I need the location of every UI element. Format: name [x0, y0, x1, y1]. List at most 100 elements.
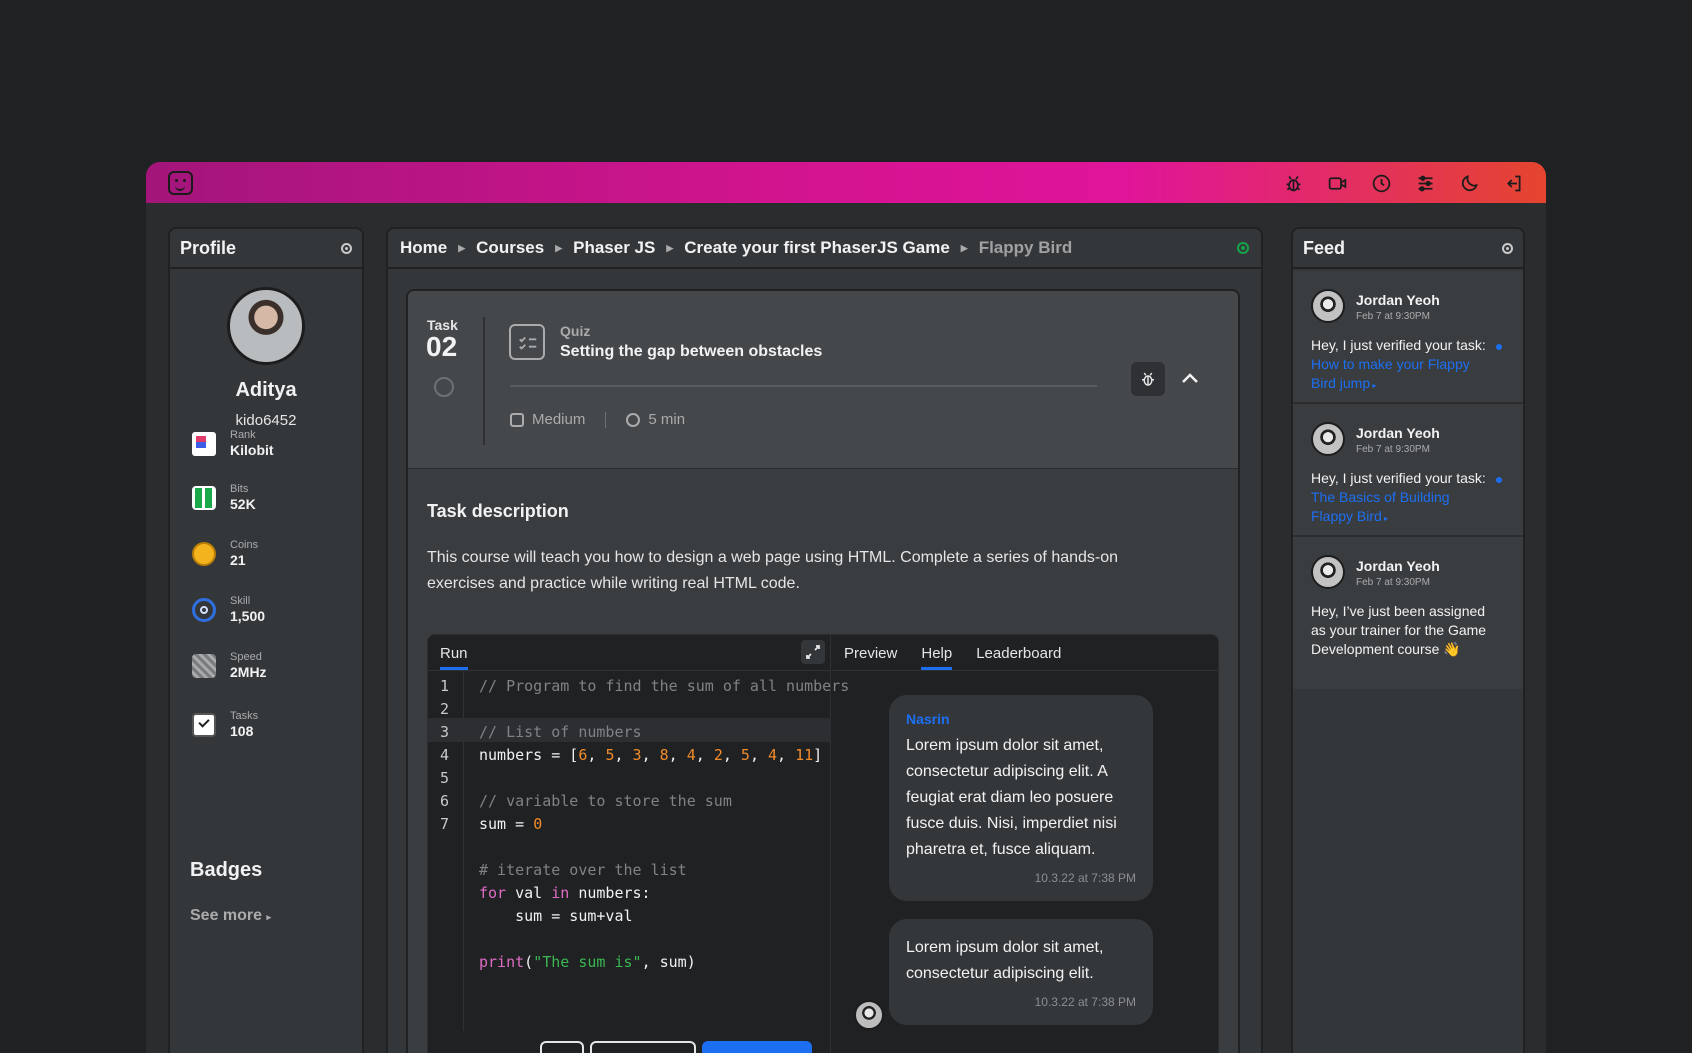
stat-label: Rank [230, 429, 256, 441]
video-icon[interactable] [1326, 172, 1348, 194]
feed-item[interactable]: Jordan Yeoh Feb 7 at 9:30PM Hey, I’ve ju… [1293, 537, 1523, 689]
task-meta: Medium 5 min [510, 411, 685, 428]
top-bar [146, 162, 1546, 203]
unread-dot [1496, 344, 1502, 350]
stat-label: Speed [230, 651, 262, 663]
bug-icon[interactable] [1282, 172, 1304, 194]
code-editor[interactable]: 1 2 3 4 5 6 7 // Program to find the sum… [428, 671, 849, 1031]
caret-right-icon: ▸ [266, 912, 272, 922]
expand-button[interactable] [801, 640, 825, 664]
difficulty-icon [510, 412, 524, 427]
topbar-icons [1282, 172, 1524, 194]
feed-item[interactable]: Jordan Yeoh Feb 7 at 9:30PM Hey, I just … [1293, 271, 1523, 404]
task-difficulty: Medium [532, 411, 586, 428]
code-token: numbers: [569, 884, 651, 902]
see-more-link[interactable]: See more ▸ [190, 907, 271, 925]
code-line: # iterate over the list [479, 861, 687, 879]
editor-secondary-button[interactable] [590, 1041, 696, 1053]
caret-right-icon: ▸ [1381, 514, 1389, 523]
code-line: // List of numbers [479, 723, 642, 741]
task-complete-checkbox[interactable] [434, 377, 454, 397]
line-number: 3 [440, 723, 450, 741]
pin-icon[interactable] [1502, 242, 1513, 254]
breadcrumb-item-current: Flappy Bird [978, 238, 1073, 257]
sliders-icon[interactable] [1414, 172, 1436, 194]
task-title: Setting the gap between obstacles [560, 343, 823, 360]
right-tabs: Preview Help Leaderboard [832, 635, 1218, 671]
code-line: // variable to store the sum [479, 792, 732, 810]
feed-message: Hey, I just verified your task: [1311, 470, 1486, 486]
stat-value: 2MHz [230, 664, 267, 680]
task-duration: 5 min [648, 411, 686, 428]
editor-pane: Run 1 2 3 4 5 6 7 // Program to find the… [428, 635, 849, 1053]
code-token: 5 [605, 746, 615, 764]
task-number: 02 [426, 331, 458, 362]
caret-right-icon: ▶ [458, 242, 466, 253]
feed-text: Hey, I’ve just been assigned as your tra… [1311, 603, 1487, 657]
breadcrumb-item-course[interactable]: Phaser JS [573, 238, 655, 258]
editor-tabs: Run [428, 635, 830, 671]
report-bug-button[interactable] [1131, 362, 1165, 396]
pin-icon[interactable] [341, 242, 352, 254]
feed-task-link[interactable]: How to make your Flappy Bird jump [1311, 356, 1470, 391]
editor-icon-button[interactable] [540, 1041, 584, 1053]
tab-preview[interactable]: Preview [844, 645, 897, 670]
avatar [1311, 555, 1345, 589]
breadcrumb-item-home[interactable]: Home [400, 238, 447, 258]
logout-icon[interactable] [1502, 172, 1524, 194]
profile-name: Aditya [235, 379, 297, 401]
feed-task-link[interactable]: The Basics of Building Flappy Bird [1311, 489, 1450, 524]
chevron-up-icon [1182, 373, 1198, 383]
logo-icon[interactable] [168, 171, 193, 195]
line-number: 5 [440, 769, 450, 787]
feed-author: Jordan Yeoh [1356, 558, 1440, 574]
line-number: 1 [440, 677, 450, 695]
code-token: 2 [713, 746, 723, 764]
code-token: print [479, 953, 525, 971]
divider [605, 411, 607, 428]
task-type: Quiz [560, 323, 591, 339]
avatar [227, 287, 305, 365]
code-token: 5 [740, 746, 750, 764]
main-panel: Home ▶ Courses ▶ Phaser JS ▶ Create your… [386, 227, 1263, 1053]
badges-title: Badges [190, 859, 263, 881]
clock-icon [626, 412, 641, 427]
code-token: 4 [768, 746, 778, 764]
breadcrumb-item-courses[interactable]: Courses [476, 238, 544, 258]
profile-username: kido6452 [235, 412, 297, 429]
clock-icon[interactable] [1370, 172, 1392, 194]
expand-icon [806, 645, 820, 659]
code-line: sum = 0 [479, 815, 542, 833]
line-number: 6 [440, 792, 450, 810]
code-token: in [551, 884, 570, 902]
code-token: , sum) [641, 953, 696, 971]
feed-title: Feed [1303, 237, 1346, 258]
code-token: 8 [659, 746, 669, 764]
coin-icon [192, 541, 216, 566]
tab-leaderboard[interactable]: Leaderboard [976, 645, 1061, 670]
tab-run[interactable]: Run [440, 645, 468, 670]
code-token: 6 [578, 746, 588, 764]
tab-help[interactable]: Help [921, 645, 953, 670]
avatar [1311, 422, 1345, 456]
stat-bits: Bits 52K [192, 483, 256, 512]
profile-panel: Profile Aditya kido6452 Rank Kilobit Bits… [168, 227, 364, 1053]
breadcrumb: Home ▶ Courses ▶ Phaser JS ▶ Create your… [388, 229, 1261, 269]
code-line: for val in numbers: [479, 884, 651, 902]
stat-label: Bits [230, 483, 249, 495]
feed-item[interactable]: Jordan Yeoh Feb 7 at 9:30PM Hey, I just … [1293, 404, 1523, 537]
editor-primary-button[interactable] [702, 1041, 812, 1053]
stat-tasks: Tasks 108 [192, 710, 258, 739]
moon-icon[interactable] [1458, 172, 1480, 194]
help-pane: Preview Help Leaderboard Nasrin Lorem ip… [832, 635, 1218, 1053]
breadcrumb-item-module[interactable]: Create your first PhaserJS Game [684, 238, 950, 258]
stat-value: 21 [230, 552, 246, 568]
collapse-button[interactable] [1178, 367, 1202, 391]
task-header: Task 02 Quiz Setting the gap between obs… [408, 291, 1238, 469]
bug-icon [1142, 372, 1154, 386]
task-description: This course will teach you how to design… [427, 549, 1119, 592]
stat-value: Kilobit [230, 442, 274, 458]
status-online-icon [1237, 242, 1249, 254]
stat-value: 52K [230, 496, 256, 512]
tasks-icon [192, 712, 216, 737]
